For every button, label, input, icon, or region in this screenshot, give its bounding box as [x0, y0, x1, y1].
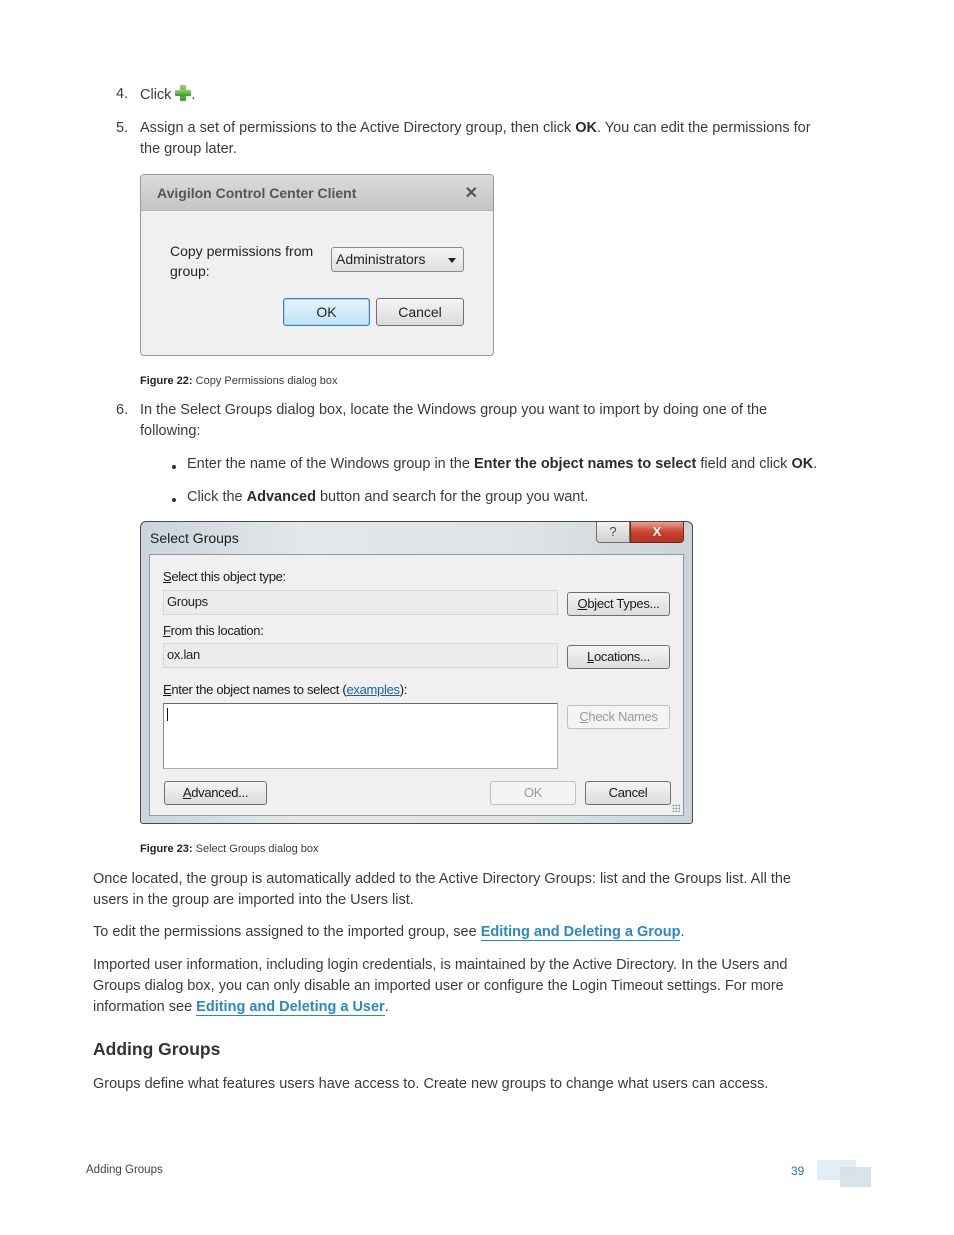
paragraph-imported-users: Imported user information, including log…: [93, 955, 873, 1018]
cancel-button[interactable]: Cancel: [376, 298, 464, 326]
close-icon: X: [652, 524, 662, 539]
paragraph-line: users in the group are imported into the…: [93, 892, 414, 908]
text-cursor: [167, 708, 168, 721]
bullet-bold: OK: [791, 456, 814, 472]
green-plus-icon: [175, 85, 192, 101]
bullet-item: Enter the name of the Windows group in t…: [187, 454, 867, 475]
footer-section-name: Adding Groups: [86, 1164, 163, 1176]
step-5-text: Assign a set of permissions to the Activ…: [140, 118, 860, 160]
question-icon: ?: [609, 524, 617, 539]
period: .: [191, 87, 196, 103]
step-6-text: In the Select Groups dialog box, locate …: [140, 400, 860, 442]
resize-grip-icon[interactable]: [672, 804, 680, 812]
location-field: ox.lan: [163, 643, 558, 668]
step-number: 6.: [116, 402, 129, 418]
paragraph-text: To edit the permissions assigned to the …: [93, 924, 481, 940]
paragraph-located: Once located, the group is automatically…: [93, 869, 873, 911]
mnemonic: L: [587, 649, 594, 664]
object-type-label: Select this object type:: [163, 569, 286, 584]
paragraph-line: Groups dialog box, you can only disable …: [93, 978, 784, 994]
mnemonic: O: [577, 596, 588, 611]
step-6-line2: following:: [140, 423, 201, 439]
editing-deleting-user-link[interactable]: Editing and Deleting a User: [196, 999, 385, 1016]
dialog-client-area: Select this object type: Groups Object T…: [149, 554, 684, 816]
bullet-text: Click the: [187, 489, 247, 505]
button-label: dvanced...: [191, 785, 249, 800]
object-type-field: Groups: [163, 590, 558, 615]
paragraph-line: Imported user information, including log…: [93, 957, 788, 973]
button-label: heck Names: [588, 709, 658, 724]
bullet: [172, 465, 176, 469]
page-number: 39: [791, 1164, 805, 1178]
object-names-label: Enter the object names to select (exampl…: [163, 682, 407, 697]
label-text: ):: [399, 682, 408, 697]
dialog-title-bar: Avigilon Control Center Client ✕: [141, 175, 493, 211]
label-text: rom this location:: [170, 623, 264, 638]
cancel-button[interactable]: Cancel: [585, 781, 671, 805]
step-4-text: Click.: [140, 85, 195, 106]
paragraph-text: .: [384, 999, 389, 1015]
step-number: 5.: [116, 120, 129, 136]
select-groups-dialog: Select Groups ? X Select this object typ…: [140, 521, 693, 824]
close-button[interactable]: X: [630, 522, 684, 543]
mnemonic: F: [163, 623, 171, 638]
bullet-item: Click the Advanced button and search for…: [187, 487, 867, 508]
footer-decoration: [840, 1167, 871, 1187]
step-6-line1: In the Select Groups dialog box, locate …: [140, 402, 768, 418]
location-label: From this location:: [163, 623, 264, 638]
step-5-text-after: . You can edit the permissions for: [596, 120, 811, 136]
paragraph-text: information see: [93, 999, 197, 1015]
section-text: Groups define what features users have a…: [93, 1076, 769, 1092]
close-icon[interactable]: ✕: [465, 183, 478, 203]
locations-button[interactable]: Locations...: [567, 645, 670, 669]
paragraph-text: .: [680, 924, 685, 940]
ok-bold: OK: [575, 120, 597, 136]
step-5-text-before: Assign a set of permissions to the Activ…: [140, 120, 576, 136]
label-text: elect this object type:: [171, 569, 286, 584]
bullet-bold: Enter the object names to select: [473, 456, 697, 472]
step-4-label: Click: [140, 87, 172, 103]
check-names-button[interactable]: Check Names: [567, 705, 670, 729]
chevron-down-icon: [448, 258, 456, 263]
bullet-bold: Advanced: [246, 489, 316, 505]
label-line2: group:: [170, 263, 210, 279]
bullet-text: button and search for the group you want…: [315, 489, 589, 505]
figure-text: Copy Permissions dialog box: [192, 375, 338, 387]
label-text: nter the object names to select (: [171, 682, 347, 697]
paragraph-edit-permissions: To edit the permissions assigned to the …: [93, 922, 873, 943]
button-label: bject Types...: [587, 596, 660, 611]
paragraph-line: Once located, the group is automatically…: [93, 871, 791, 887]
section-heading: Adding Groups: [93, 1039, 221, 1059]
bullet-text: field and click: [696, 456, 792, 472]
bullet-text: .: [813, 456, 818, 472]
figure-label: Figure 23:: [140, 843, 193, 855]
examples-link[interactable]: examples: [346, 682, 400, 697]
button-label: ocations...: [593, 649, 650, 664]
object-types-button[interactable]: Object Types...: [567, 592, 670, 616]
figure-label: Figure 22:: [140, 375, 193, 387]
ok-button[interactable]: OK: [283, 298, 370, 326]
figure-text: Select Groups dialog box: [192, 843, 319, 855]
editing-deleting-group-link[interactable]: Editing and Deleting a Group: [480, 924, 681, 941]
step-number: 4.: [116, 86, 129, 102]
group-select[interactable]: Administrators: [331, 247, 464, 272]
object-names-input[interactable]: [163, 703, 558, 769]
bullet-text: Enter the name of the Windows group in t…: [187, 456, 474, 472]
help-button[interactable]: ?: [596, 522, 630, 543]
dialog-title: Select Groups: [150, 530, 239, 546]
group-select-value: Administrators: [336, 251, 426, 267]
copy-permissions-label: Copy permissions from group:: [170, 241, 320, 281]
label-line1: Copy permissions from: [170, 243, 314, 259]
ok-button[interactable]: OK: [490, 781, 576, 805]
advanced-button[interactable]: Advanced...: [164, 781, 267, 805]
dialog-title: Avigilon Control Center Client: [157, 185, 357, 201]
bullet: [172, 498, 176, 502]
figure-23-caption: Figure 23: Select Groups dialog box: [140, 843, 319, 855]
figure-22-caption: Figure 22: Copy Permissions dialog box: [140, 375, 337, 387]
copy-permissions-dialog: Avigilon Control Center Client ✕ Copy pe…: [140, 174, 494, 356]
step-5-line2: the group later.: [140, 141, 237, 157]
mnemonic: A: [182, 785, 192, 800]
